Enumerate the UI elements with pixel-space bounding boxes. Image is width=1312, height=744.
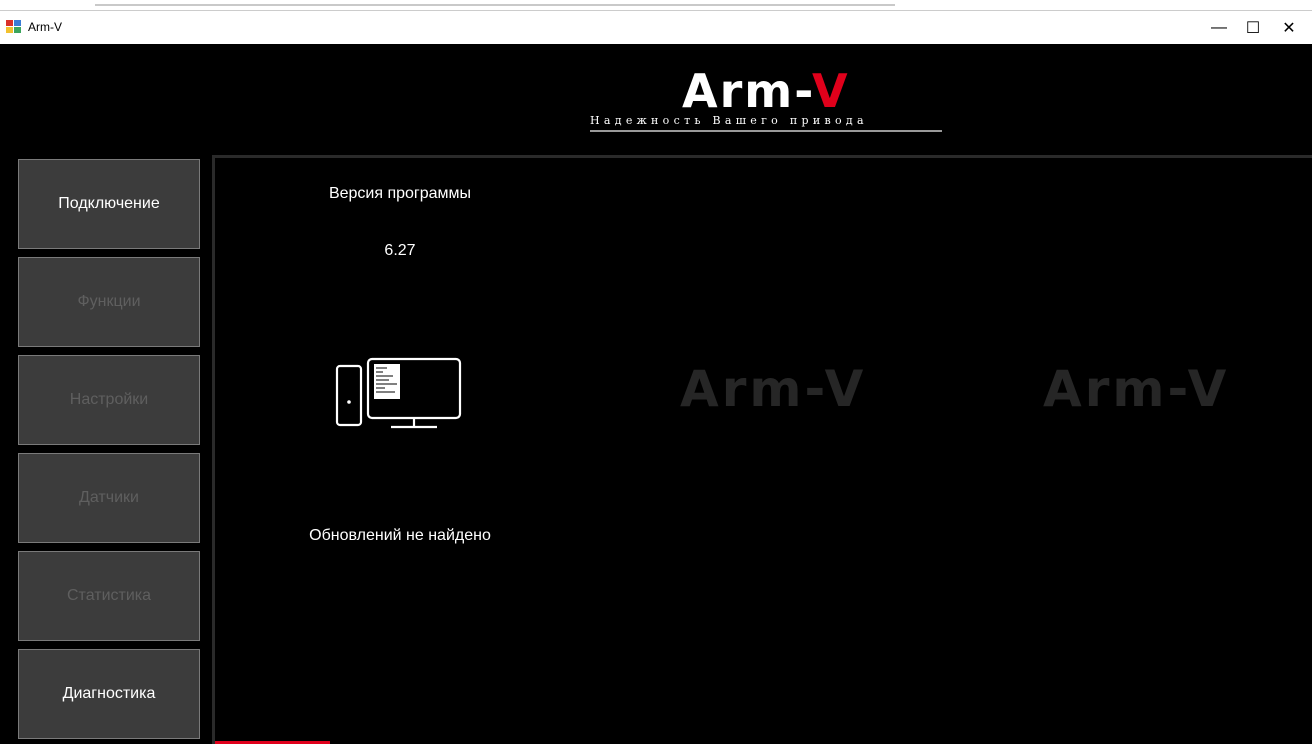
window-title: Arm-V [28, 20, 62, 34]
logo-wordmark: Arm-V [682, 68, 850, 114]
nav-sensors-label: Датчики [79, 489, 139, 506]
logo-word-main: Arm- [682, 64, 812, 118]
nav-sensors-button[interactable]: Датчики [18, 453, 200, 543]
logo-word-accent: V [811, 64, 850, 118]
background-window-strip [0, 0, 1312, 10]
sidebar: Подключение Функции Настройки Датчики Ст… [0, 154, 210, 744]
nav-functions-label: Функции [77, 293, 141, 310]
nav-settings-label: Настройки [69, 391, 149, 408]
nav-diagnostics-button[interactable]: Диагностика [18, 649, 200, 739]
app-icon [6, 20, 21, 33]
nav-statistics-button[interactable]: Статистика [18, 551, 200, 641]
watermark-logo-right: Arm-V [1043, 360, 1230, 418]
nav-functions-button[interactable]: Функции [18, 257, 200, 347]
logo-tagline: Надежность Вашего привода [590, 114, 942, 132]
close-icon: ✕ [1282, 19, 1296, 37]
version-label: Версия программы [328, 185, 472, 202]
watermark-logo-left: Arm-V [680, 360, 867, 418]
nav-connection-button[interactable]: Подключение [18, 159, 200, 249]
nav-statistics-label: Статистика [66, 587, 152, 604]
main-panel: Версия программы 6.27 Обновлений не найд… [212, 155, 1312, 744]
update-status: Обновлений не найдено [309, 527, 491, 544]
background-window-line [95, 4, 895, 6]
logo: Arm-V Надежность Вашего привода [590, 68, 950, 134]
computer-icon [335, 357, 462, 429]
title-bar[interactable]: Arm-V — ☐ ✕ [0, 10, 1312, 44]
close-button[interactable]: ✕ [1266, 11, 1312, 44]
nav-connection-label: Подключение [58, 195, 160, 212]
nav-settings-button[interactable]: Настройки [18, 355, 200, 445]
header: Arm-V Надежность Вашего привода [0, 44, 1312, 154]
version-value: 6.27 [384, 242, 416, 259]
maximize-icon: ☐ [1245, 19, 1261, 37]
minimize-icon: — [1211, 18, 1227, 36]
nav-diagnostics-label: Диагностика [62, 685, 156, 702]
